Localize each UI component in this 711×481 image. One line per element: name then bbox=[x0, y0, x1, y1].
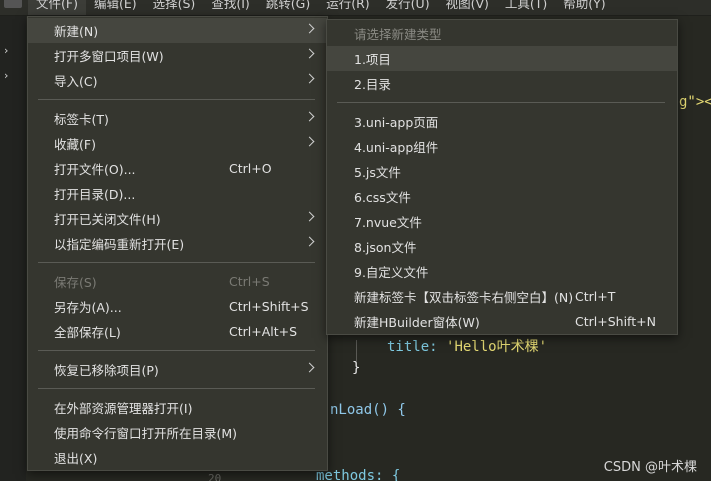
menu-item-open-folder[interactable]: 打开目录(D)... bbox=[28, 181, 327, 206]
menu-select[interactable]: 选择(S) bbox=[145, 0, 204, 15]
menu-item-restore-removed-projects[interactable]: 恢复已移除项目(P) bbox=[28, 357, 327, 382]
submenu-item-directory[interactable]: 2.目录 bbox=[327, 71, 677, 96]
submenu-item-uniapp-page[interactable]: 3.uni-app页面 bbox=[327, 109, 677, 134]
file-menu-dropdown: 新建(N) 打开多窗口项目(W) 导入(C) 标签卡(T) 收藏(F) 打开文件… bbox=[27, 16, 328, 471]
menu-item-open-in-explorer[interactable]: 在外部资源管理器打开(I) bbox=[28, 395, 327, 420]
submenu-arrow-icon bbox=[304, 211, 315, 222]
submenu-arrow-icon bbox=[304, 362, 315, 373]
menu-item-import[interactable]: 导入(C) bbox=[28, 68, 327, 93]
menu-item-save[interactable]: 保存(S) Ctrl+S bbox=[28, 269, 327, 294]
submenu-item-nvue-file[interactable]: 7.nvue文件 bbox=[327, 209, 677, 234]
submenu-arrow-icon bbox=[304, 73, 315, 84]
submenu-item-new-hbuilder-window[interactable]: 新建HBuilder窗体(W) Ctrl+Shift+N bbox=[327, 309, 677, 334]
app-logo-icon bbox=[4, 0, 22, 8]
menu-find[interactable]: 查找(I) bbox=[203, 0, 257, 15]
menu-view[interactable]: 视图(V) bbox=[438, 0, 497, 15]
submenu-arrow-icon bbox=[304, 48, 315, 59]
submenu-item-uniapp-component[interactable]: 4.uni-app组件 bbox=[327, 134, 677, 159]
indent-guide bbox=[356, 340, 357, 362]
submenu-item-json-file[interactable]: 8.json文件 bbox=[327, 234, 677, 259]
submenu-header: 请选择新建类型 bbox=[354, 27, 442, 42]
menu-separator bbox=[38, 388, 315, 389]
menu-item-reopen-with-encoding[interactable]: 以指定编码重新打开(E) bbox=[28, 231, 327, 256]
menu-separator bbox=[38, 99, 315, 100]
submenu-arrow-icon bbox=[304, 23, 315, 34]
menu-file[interactable]: 文件(F) bbox=[28, 0, 86, 15]
menu-item-open-file[interactable]: 打开文件(O)... Ctrl+O bbox=[28, 156, 327, 181]
submenu-item-js-file[interactable]: 5.js文件 bbox=[327, 159, 677, 184]
menu-run[interactable]: 运行(R) bbox=[318, 0, 377, 15]
menu-edit[interactable]: 编辑(E) bbox=[86, 0, 145, 15]
submenu-arrow-icon bbox=[304, 236, 315, 247]
menu-item-favorites[interactable]: 收藏(F) bbox=[28, 131, 327, 156]
menubar: 文件(F) 编辑(E) 选择(S) 查找(I) 跳转(G) 运行(R) 发行(U… bbox=[0, 0, 711, 16]
code-methods: methods: { bbox=[316, 468, 401, 481]
menu-separator bbox=[337, 102, 665, 103]
submenu-item-custom-file[interactable]: 9.自定义文件 bbox=[327, 259, 677, 284]
tree-collapse-arrow-icon[interactable]: › bbox=[4, 44, 8, 57]
menu-item-open-multi-window[interactable]: 打开多窗口项目(W) bbox=[28, 43, 327, 68]
new-submenu-dropdown: 请选择新建类型 1.项目 2.目录 3.uni-app页面 4.uni-app组… bbox=[326, 19, 678, 335]
menu-help[interactable]: 帮助(Y) bbox=[555, 0, 613, 15]
project-tree-panel[interactable]: › › bbox=[0, 16, 26, 481]
submenu-item-css-file[interactable]: 6.css文件 bbox=[327, 184, 677, 209]
menu-item-new[interactable]: 新建(N) bbox=[28, 18, 327, 43]
code-onload: nLoad() { bbox=[330, 402, 406, 418]
menu-item-exit[interactable]: 退出(X) bbox=[28, 445, 327, 470]
code-close-brace: } bbox=[352, 360, 361, 376]
menu-goto[interactable]: 跳转(G) bbox=[258, 0, 318, 15]
tree-collapse-arrow-icon[interactable]: › bbox=[4, 69, 8, 82]
submenu-arrow-icon bbox=[304, 136, 315, 147]
menu-item-open-closed-file[interactable]: 打开已关闭文件(H) bbox=[28, 206, 327, 231]
submenu-item-new-tab[interactable]: 新建标签卡【双击标签卡右侧空白】(N) Ctrl+T bbox=[327, 284, 677, 309]
submenu-item-project[interactable]: 1.项目 bbox=[327, 46, 677, 71]
menu-separator bbox=[38, 350, 315, 351]
menu-item-tabs[interactable]: 标签卡(T) bbox=[28, 106, 327, 131]
code-line-title: title: 'Hello叶术棵' bbox=[387, 339, 548, 355]
menu-item-open-in-terminal[interactable]: 使用命令行窗口打开所在目录(M) bbox=[28, 420, 327, 445]
code-string-fragment: g">< bbox=[679, 94, 711, 110]
line-number: 20 bbox=[208, 472, 222, 481]
menu-publish[interactable]: 发行(U) bbox=[378, 0, 438, 15]
menu-item-save-all[interactable]: 全部保存(L) Ctrl+Alt+S bbox=[28, 319, 327, 344]
menu-item-save-as[interactable]: 另存为(A)... Ctrl+Shift+S bbox=[28, 294, 327, 319]
submenu-arrow-icon bbox=[304, 111, 315, 122]
menu-tools[interactable]: 工具(T) bbox=[497, 0, 555, 15]
menu-separator bbox=[38, 262, 315, 263]
watermark: CSDN @叶术棵 bbox=[603, 460, 697, 475]
